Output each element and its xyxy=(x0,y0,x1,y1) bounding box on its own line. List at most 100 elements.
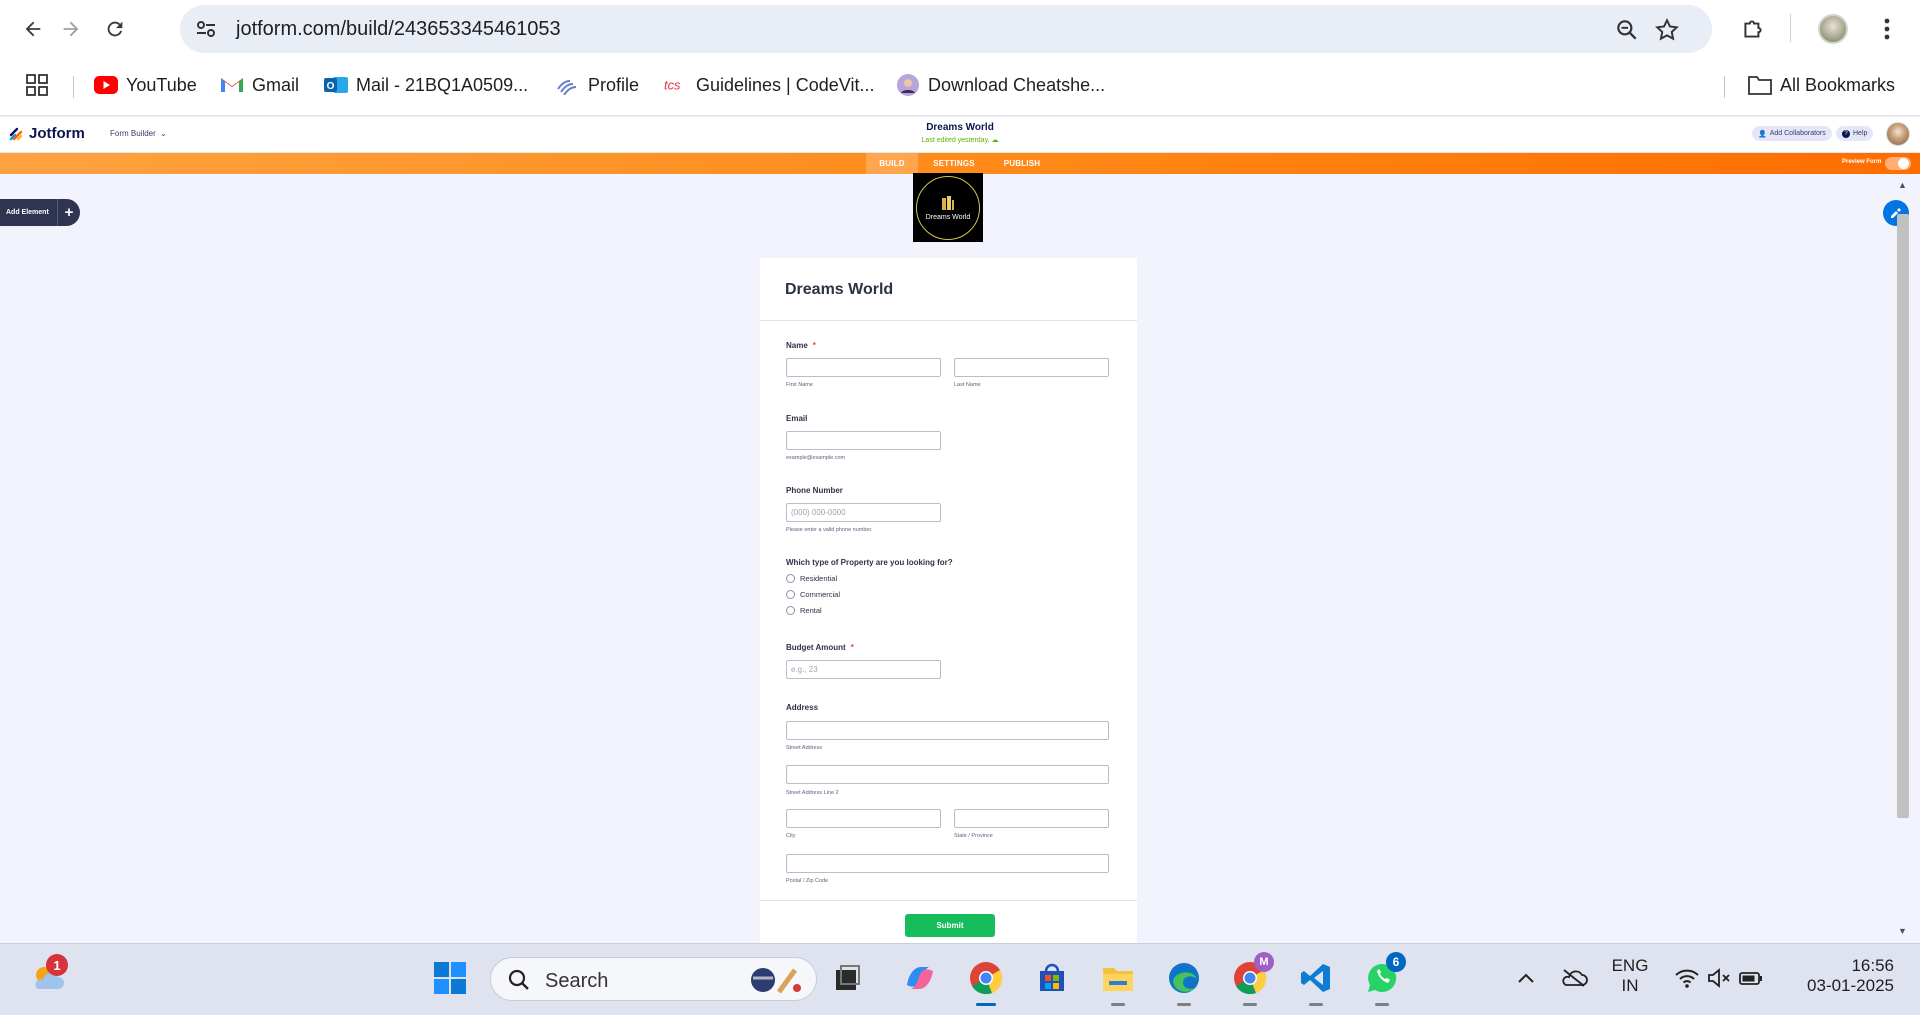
vscode-icon xyxy=(1301,964,1330,992)
tcs-icon: tcs xyxy=(664,73,688,97)
city-input[interactable] xyxy=(786,809,941,828)
phone-label[interactable]: Phone Number xyxy=(786,486,843,495)
whatsapp-button[interactable]: 6 xyxy=(1358,952,1406,1006)
radio-label: Commercial xyxy=(800,590,841,599)
copilot-icon xyxy=(907,967,933,989)
chrome-profile2-button[interactable]: M xyxy=(1226,952,1274,1006)
bookmark-gmail[interactable]: Gmail xyxy=(220,70,299,100)
radio-rental[interactable]: Rental xyxy=(786,606,822,615)
form-heading[interactable]: Dreams World xyxy=(785,281,893,299)
street-address-line2-sublabel: Street Address Line 2 xyxy=(786,790,839,796)
url-text[interactable]: jotform.com/build/243653345461053 xyxy=(236,18,561,41)
phone-input[interactable]: (000) 000-0000 xyxy=(786,503,941,522)
taskbar-search[interactable]: Search xyxy=(490,957,817,1001)
browser-menu-button[interactable] xyxy=(1870,12,1904,46)
search-highlight-cricket-icon xyxy=(751,968,801,994)
state-input[interactable] xyxy=(954,809,1109,828)
street-address-input[interactable] xyxy=(786,721,1109,740)
help-button[interactable]: ? Help xyxy=(1836,126,1874,141)
page-scrollbar-thumb[interactable] xyxy=(1897,214,1909,818)
search-placeholder: Search xyxy=(545,970,609,992)
phone-placeholder: (000) 000-0000 xyxy=(791,508,846,517)
copilot-button[interactable] xyxy=(896,954,944,1002)
plus-icon: + xyxy=(57,199,80,226)
show-hidden-icons-button[interactable] xyxy=(1502,954,1550,1002)
vscode-button[interactable] xyxy=(1292,954,1340,1006)
preview-form-toggle[interactable] xyxy=(1885,157,1911,170)
forward-arrow-icon xyxy=(63,21,79,37)
bookmark-guidelines[interactable]: tcs Guidelines | CodeVit... xyxy=(664,70,874,100)
bookmark-profile[interactable]: Profile xyxy=(556,70,639,100)
bookmark-youtube[interactable]: YouTube xyxy=(94,70,197,100)
last-name-sublabel: Last Name xyxy=(954,382,981,388)
forward-button[interactable] xyxy=(54,12,88,46)
street-address-sublabel: Street Address xyxy=(786,745,823,751)
cloud-offline-icon xyxy=(1562,969,1588,987)
reload-icon xyxy=(107,21,123,37)
postal-code-input[interactable] xyxy=(786,854,1109,873)
budget-input[interactable]: e.g., 23 xyxy=(786,660,941,679)
last-edited-status: Last edited yesterday. ☁ xyxy=(0,136,1920,144)
builder-tab-bar: BUILD SETTINGS PUBLISH Preview Form xyxy=(0,153,1920,174)
extensions-button[interactable] xyxy=(1736,12,1770,46)
email-label[interactable]: Email xyxy=(786,414,807,423)
radio-circle[interactable] xyxy=(786,574,795,583)
browser-profile-avatar[interactable] xyxy=(1818,14,1848,44)
first-name-sublabel: First Name xyxy=(786,382,813,388)
folder-icon xyxy=(1103,968,1133,991)
volume-muted-icon xyxy=(1708,968,1730,988)
tab-settings[interactable]: SETTINGS xyxy=(926,153,982,174)
quick-settings-button[interactable] xyxy=(1664,954,1774,1002)
clock-date: 03-01-2025 xyxy=(1807,976,1894,995)
bookmark-mail[interactable]: O Mail - 21BQ1A0509... xyxy=(324,70,528,100)
tab-build[interactable]: BUILD xyxy=(866,153,918,174)
task-view-button[interactable] xyxy=(824,954,872,1002)
address-label[interactable]: Address xyxy=(786,703,818,712)
wifi-icon xyxy=(1675,969,1699,988)
bookmark-cheatsheet[interactable]: Download Cheatshe... xyxy=(896,70,1105,100)
gmail-icon xyxy=(220,73,244,97)
language-indicator[interactable]: ENG IN xyxy=(1604,956,1656,996)
cloud-check-icon: ☁ xyxy=(991,137,999,144)
radio-residential[interactable]: Residential xyxy=(786,574,837,583)
email-input[interactable] xyxy=(786,431,941,450)
radio-circle[interactable] xyxy=(786,590,795,599)
last-name-input[interactable] xyxy=(954,358,1109,377)
jotform-header: Jotform Form Builder ⌄ Dreams World Last… xyxy=(0,117,1920,153)
microsoft-store-button[interactable] xyxy=(1028,954,1076,1002)
weather-widget[interactable]: 1 xyxy=(24,954,72,1002)
budget-label[interactable]: Budget Amount * xyxy=(786,643,854,652)
first-name-input[interactable] xyxy=(786,358,941,377)
scroll-down-arrow[interactable]: ▼ xyxy=(1898,926,1907,936)
tab-publish[interactable]: PUBLISH xyxy=(994,153,1050,174)
add-element-button[interactable]: Add Element + xyxy=(0,199,80,226)
windows-taskbar: 1 Search M 6 ENG IN 16:56 03-01-2025 xyxy=(0,943,1920,1015)
scroll-up-arrow[interactable]: ▲ xyxy=(1898,180,1907,190)
name-label[interactable]: Name * xyxy=(786,341,816,350)
file-explorer-button[interactable] xyxy=(1094,954,1142,1006)
radio-circle[interactable] xyxy=(786,606,795,615)
browser-chrome: jotform.com/build/243653345461053 YouTub… xyxy=(0,0,1920,116)
chrome-icon xyxy=(970,962,1003,995)
address-bar[interactable]: jotform.com/build/243653345461053 xyxy=(180,5,1712,53)
back-button[interactable] xyxy=(16,12,50,46)
form-title-header[interactable]: Dreams World xyxy=(0,122,1920,133)
zoom-icon[interactable] xyxy=(1614,17,1640,43)
all-bookmarks-button[interactable]: All Bookmarks xyxy=(1748,70,1895,100)
user-avatar[interactable] xyxy=(1886,122,1910,146)
edge-button[interactable] xyxy=(1160,954,1208,1006)
onedrive-button[interactable] xyxy=(1550,954,1598,1002)
clock[interactable]: 16:56 03-01-2025 xyxy=(1786,956,1894,996)
chrome-taskbar-button[interactable] xyxy=(962,954,1010,1006)
reload-button[interactable] xyxy=(98,12,132,46)
street-address-line2-input[interactable] xyxy=(786,765,1109,784)
form-logo[interactable]: Dreams World xyxy=(913,173,983,242)
apps-button[interactable] xyxy=(26,70,48,100)
start-button[interactable] xyxy=(426,954,474,1002)
site-info-icon[interactable] xyxy=(194,17,218,41)
bookmark-star-icon[interactable] xyxy=(1654,17,1680,43)
add-collaborators-button[interactable]: 👤 Add Collaborators xyxy=(1752,126,1832,141)
submit-button[interactable]: Submit xyxy=(905,914,995,937)
property-type-label[interactable]: Which type of Property are you looking f… xyxy=(786,558,953,567)
radio-commercial[interactable]: Commercial xyxy=(786,590,840,599)
